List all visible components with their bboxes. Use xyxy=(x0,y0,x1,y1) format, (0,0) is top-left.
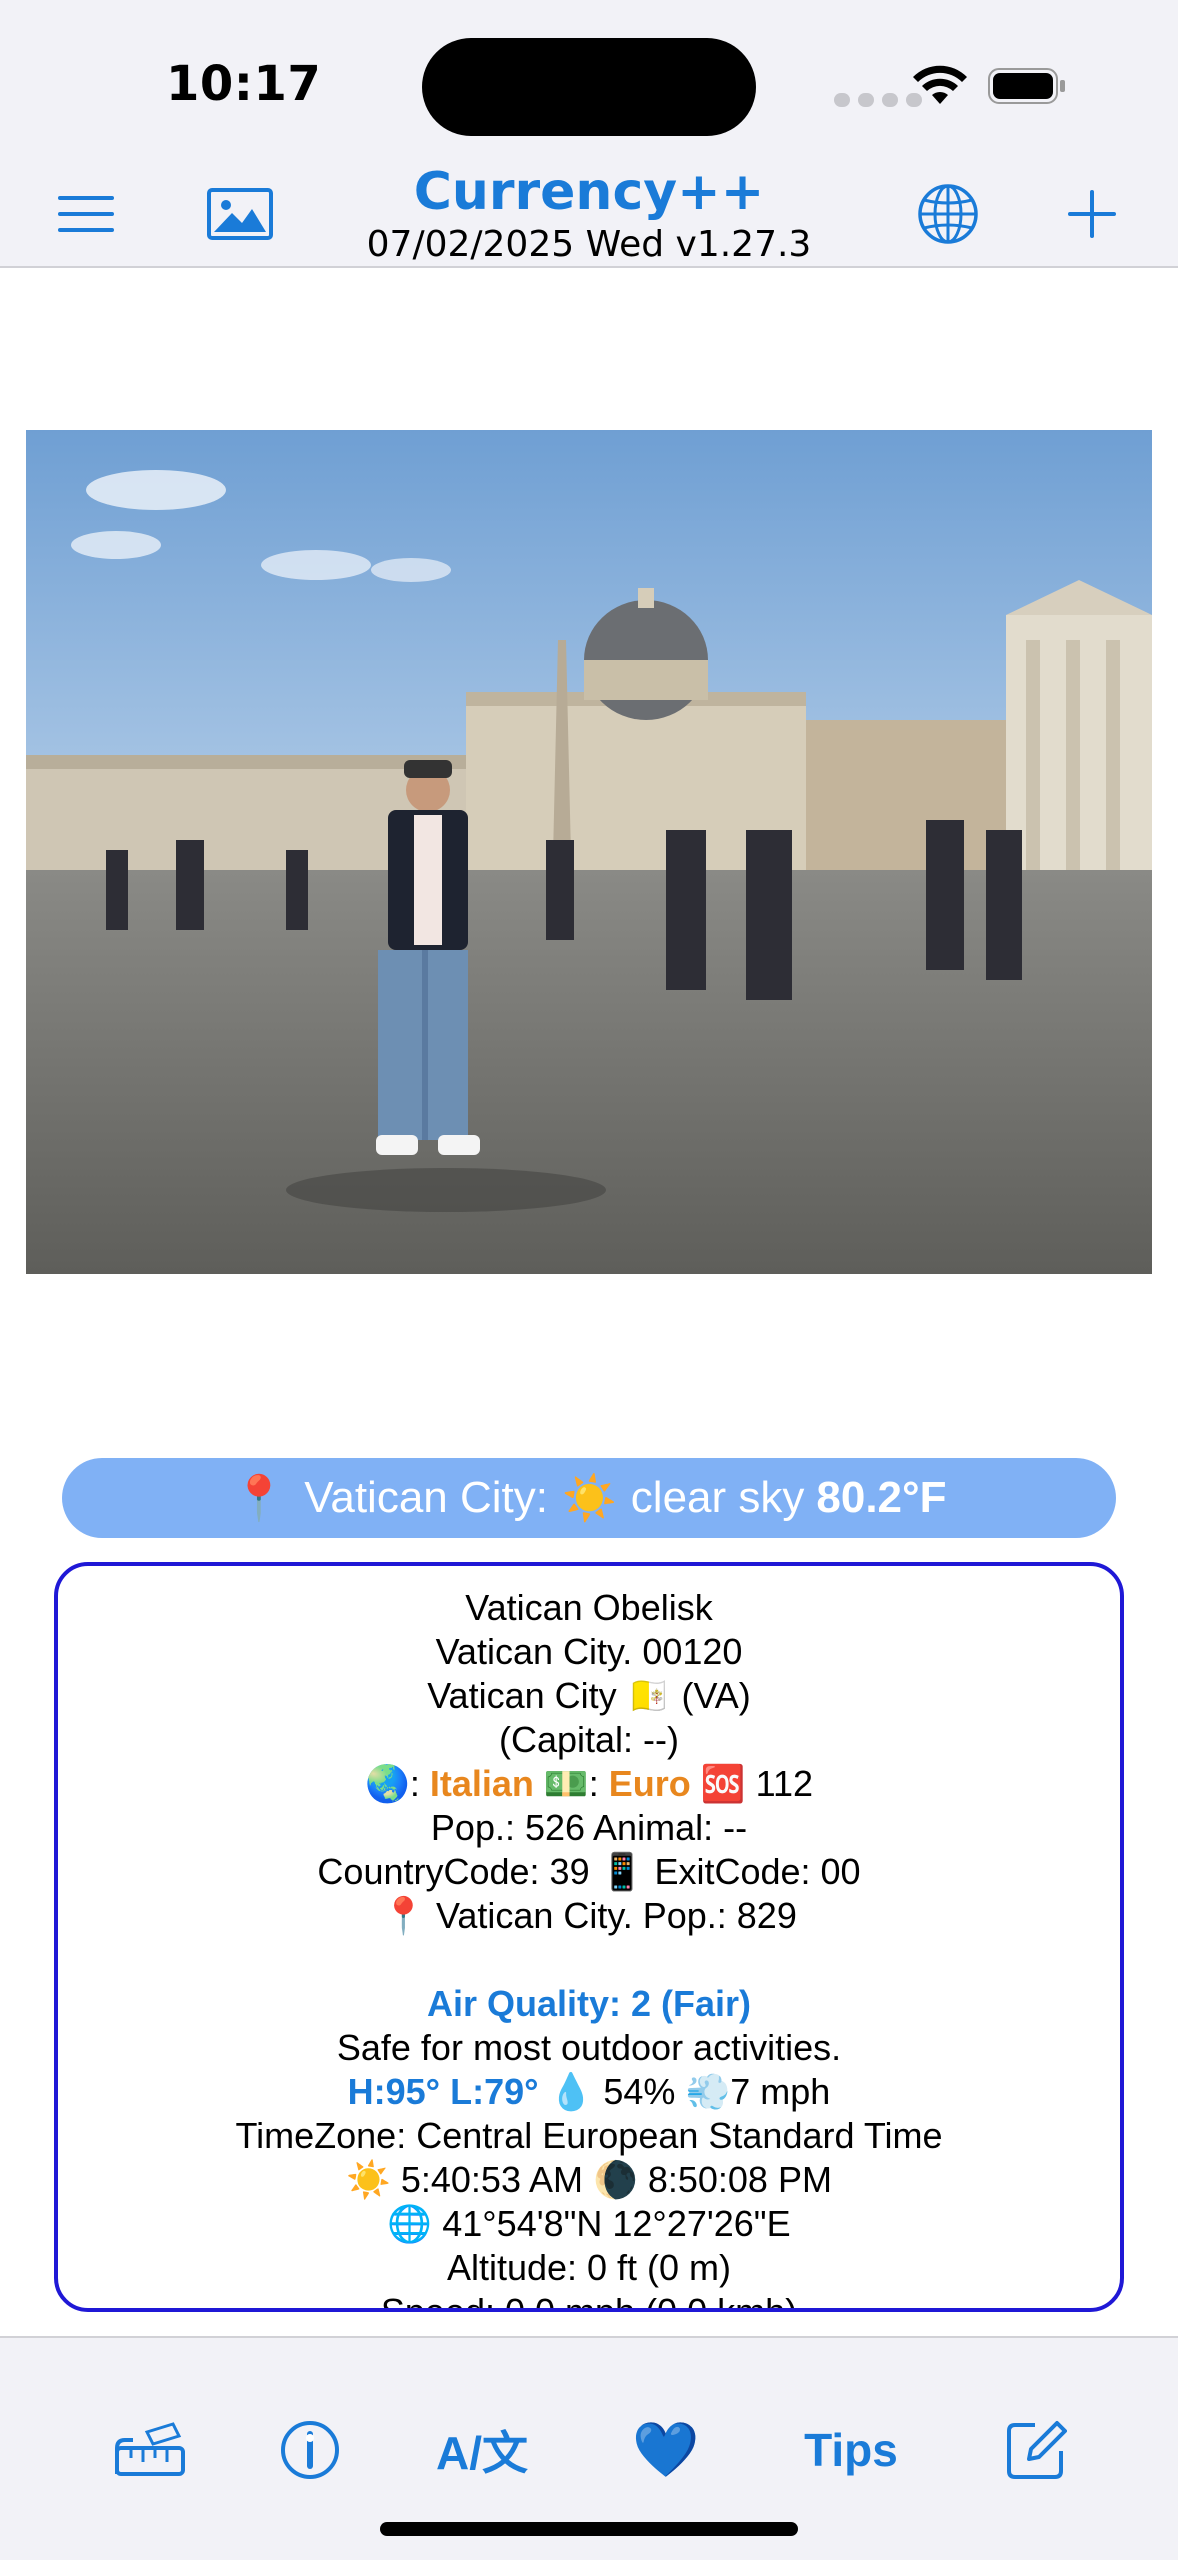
humidity: 💧 54% xyxy=(548,2071,676,2112)
timezone: TimeZone: Central European Standard Time xyxy=(235,2115,943,2156)
photo-icon xyxy=(207,188,273,240)
weather-detail-line: H:95° L:79° 💧 54% 💨7 mph xyxy=(58,2070,1120,2114)
emergency-number: 112 xyxy=(755,1763,813,1804)
app-title: Currency++ xyxy=(413,162,765,222)
menu-icon xyxy=(58,196,114,232)
high-low: H:95° L:79° xyxy=(347,2071,539,2112)
city-postal: Vatican City. 00120 xyxy=(435,1631,743,1672)
battery-icon xyxy=(988,68,1065,104)
altitude: Altitude: 0 ft (0 m) xyxy=(446,2247,732,2288)
codes-line: CountryCode: 39 📱 ExitCode: 00 xyxy=(58,1850,1120,1894)
city-population: 📍 Vatican City. Pop.: 829 xyxy=(381,1895,797,1936)
wind: 💨7 mph xyxy=(685,2071,831,2112)
country-code: CountryCode: 39 xyxy=(317,1851,590,1892)
translate-button[interactable]: A/文 xyxy=(420,2410,544,2490)
measure-button[interactable] xyxy=(110,2410,190,2490)
language-currency-line: 🌏: Italian 💵: Euro 🆘 112 xyxy=(364,1763,813,1804)
nav-title-block: Currency++ 07/02/2025 Wed v1.27.3 xyxy=(300,160,878,266)
place-name: Vatican Obelisk xyxy=(465,1587,713,1628)
exit-code: ExitCode: 00 xyxy=(654,1851,861,1892)
status-time: 10:17 xyxy=(166,56,322,112)
favorite-button[interactable]: 💙 xyxy=(626,2410,706,2490)
date-version: 07/02/2025 Wed v1.27.3 xyxy=(366,224,812,265)
add-button[interactable] xyxy=(1052,174,1132,254)
capital: (Capital: --) xyxy=(498,1719,680,1760)
air-quality: Air Quality: 2 (Fair) xyxy=(426,1983,752,2024)
background-photo xyxy=(26,430,1152,1274)
translate-icon: A/文 xyxy=(436,2427,528,2479)
population-animal: Pop.: 526 Animal: -- xyxy=(430,1807,748,1848)
money-icon: 💵 xyxy=(543,1763,589,1804)
sun-times-line: ☀️ 5:40:53 AM 🌘 8:50:08 PM xyxy=(58,2158,1120,2202)
country-line: Vatican City 🇻🇦 (VA) xyxy=(427,1675,751,1716)
speed: Speed: 0.0 mph (0.0 kmh) xyxy=(380,2291,798,2312)
location-info-card[interactable]: Vatican Obelisk Vatican City. 00120 Vati… xyxy=(54,1562,1124,2312)
sunset: 🌘 8:50:08 PM xyxy=(593,2159,832,2200)
edit-button[interactable] xyxy=(996,2410,1076,2490)
weather-location: Vatican City: xyxy=(304,1473,548,1522)
globe-asia-icon: 🌏 xyxy=(364,1763,410,1804)
dynamic-island xyxy=(422,38,756,136)
edit-icon xyxy=(1007,2421,1067,2479)
heart-icon: 💙 xyxy=(632,2418,700,2481)
nav-bar: Currency++ 07/02/2025 Wed v1.27.3 xyxy=(0,160,1178,268)
currency: Euro xyxy=(608,1763,691,1804)
sunrise: ☀️ 5:40:53 AM xyxy=(346,2159,583,2200)
tips-button[interactable]: Tips xyxy=(796,2410,906,2490)
wifi-icon xyxy=(913,65,967,104)
compass-icon xyxy=(281,2421,339,2479)
air-advice: Safe for most outdoor activities. xyxy=(336,2027,842,2068)
photo-button[interactable] xyxy=(200,174,280,254)
weather-banner[interactable]: 📍 Vatican City: ☀️ clear sky 80.2°F xyxy=(62,1458,1116,1538)
globe-icon xyxy=(918,184,978,244)
menu-button[interactable] xyxy=(46,174,126,254)
phone-icon: 📱 xyxy=(599,1851,645,1892)
app-root: 10:17 Currency++ 07/02/2025 Wed v1.27.3 … xyxy=(0,0,1178,2560)
weather-temperature: 80.2°F xyxy=(816,1473,947,1522)
language: Italian xyxy=(429,1763,534,1804)
status-bar: 10:17 xyxy=(0,0,1178,160)
sun-icon: ☀️ xyxy=(562,1474,617,1523)
sos-icon: 🆘 xyxy=(700,1763,746,1804)
home-indicator[interactable] xyxy=(380,2522,798,2536)
pin-icon: 📍 xyxy=(231,1474,287,1523)
weather-condition: clear sky xyxy=(630,1473,805,1522)
globe-button[interactable] xyxy=(908,174,988,254)
compass-button[interactable] xyxy=(270,2410,350,2490)
coordinates: 🌐 41°54'8"N 12°27'26"E xyxy=(387,2203,791,2244)
tips-label: Tips xyxy=(804,2424,898,2476)
info-lines: Vatican Obelisk Vatican City. 00120 Vati… xyxy=(58,1566,1120,2312)
plus-icon xyxy=(1068,190,1116,238)
ruler-icon xyxy=(115,2422,185,2476)
